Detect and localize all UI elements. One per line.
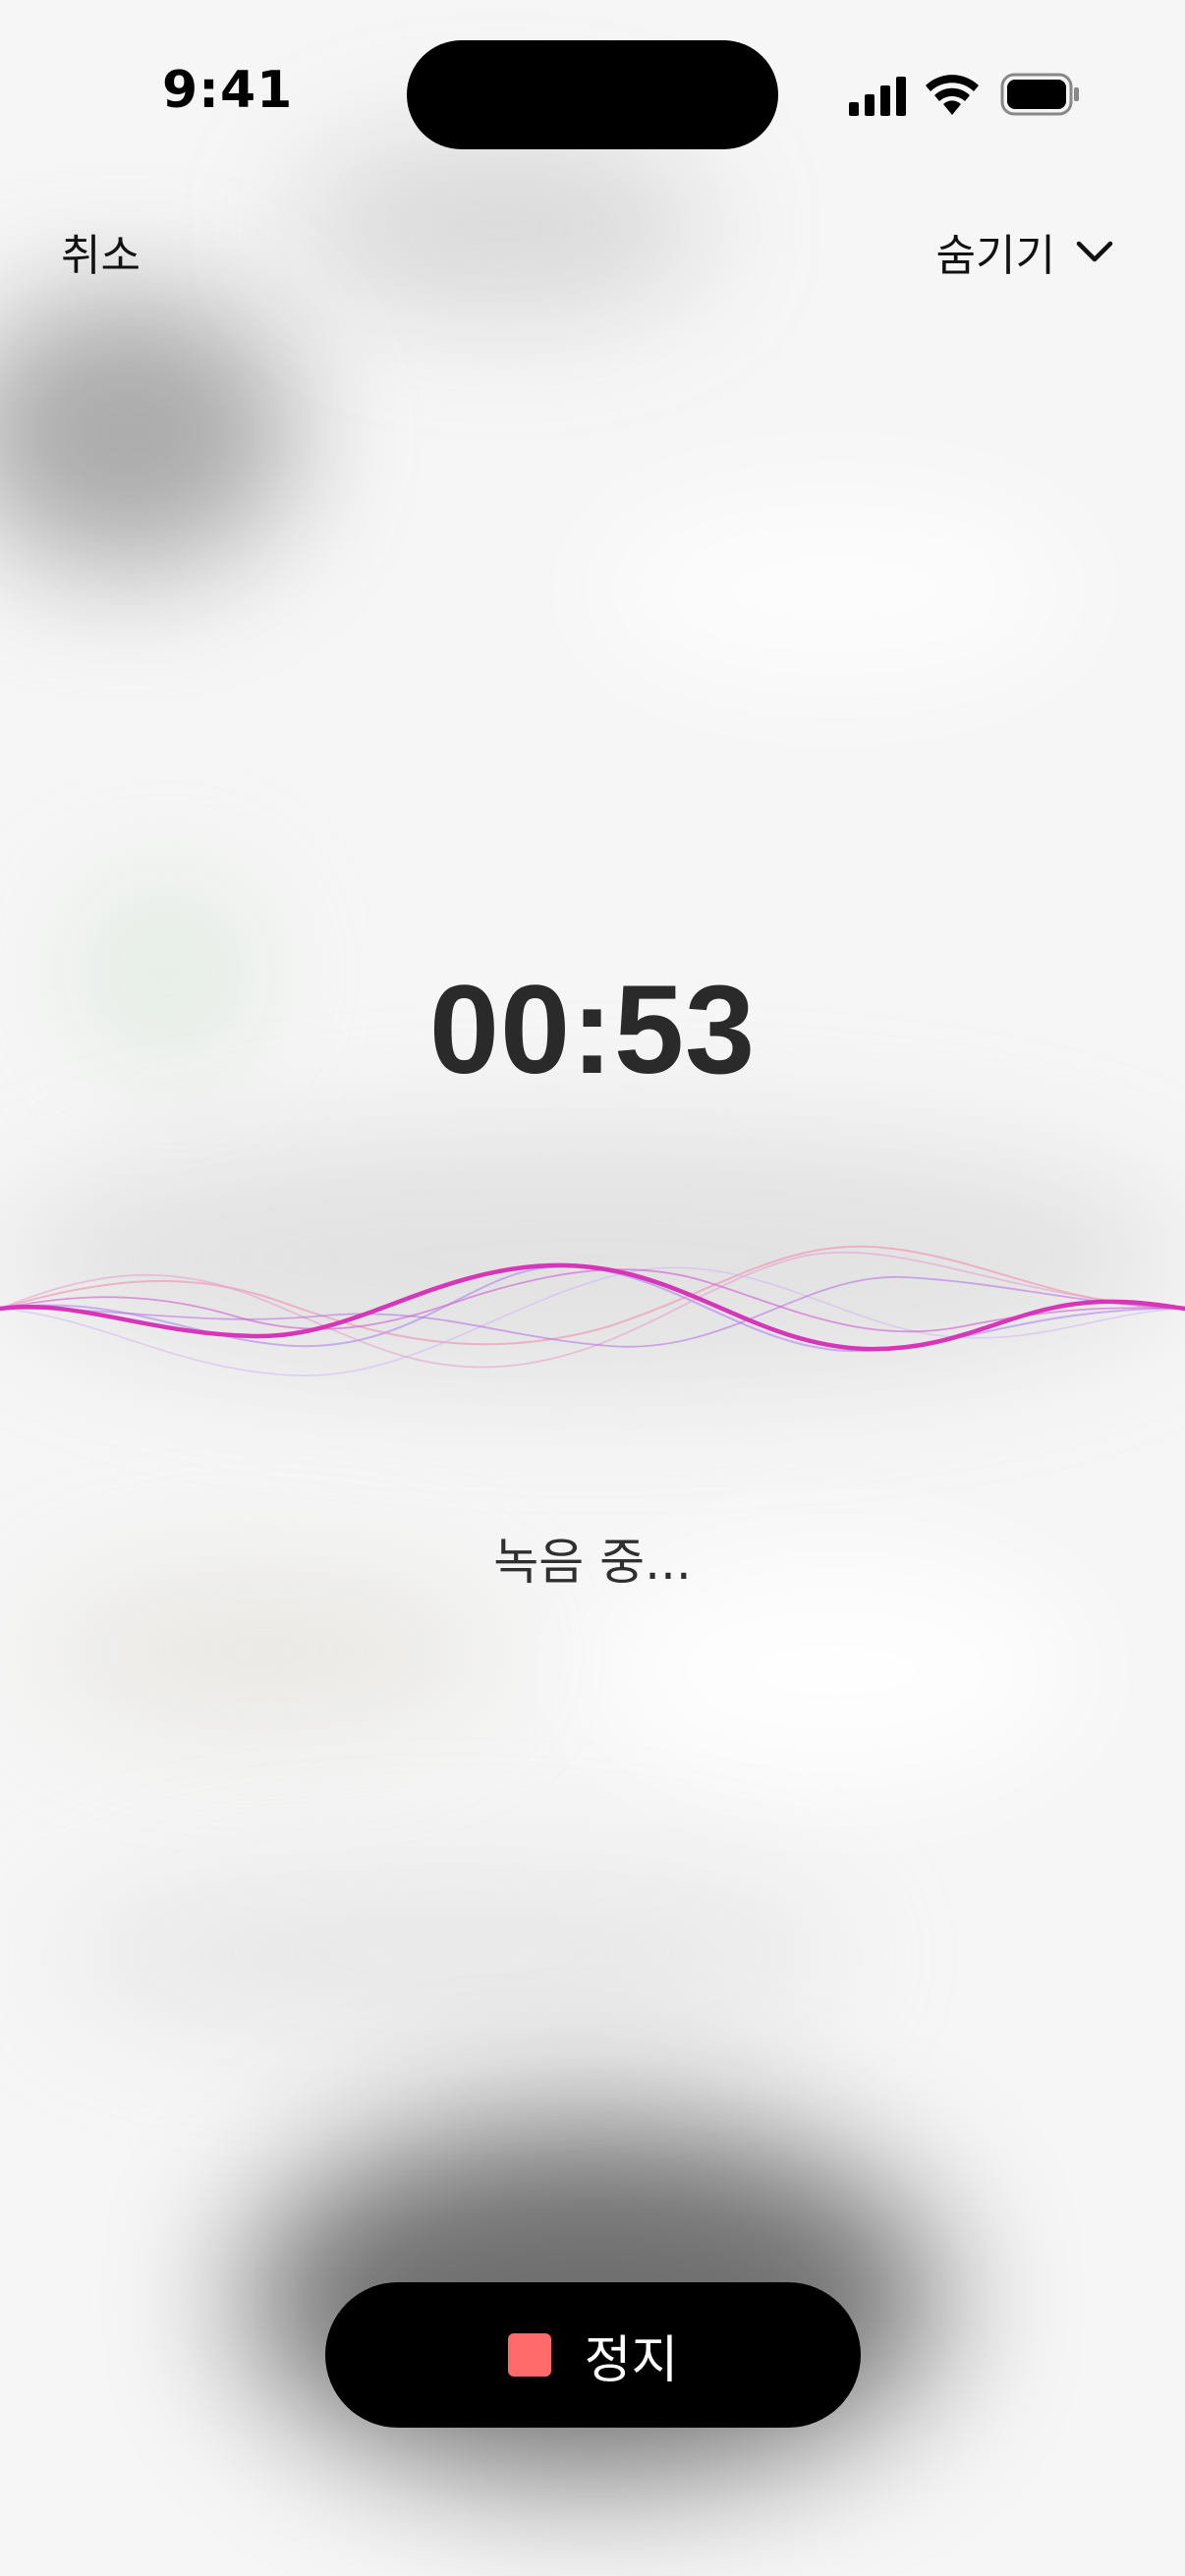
status-time: 9:41 xyxy=(162,61,294,120)
battery-icon xyxy=(1000,73,1079,116)
recording-timer: 00:53 xyxy=(428,960,757,1100)
dynamic-island xyxy=(407,40,778,149)
background-blob xyxy=(59,1867,845,2044)
stop-button-label: 정지 xyxy=(584,2330,679,2390)
wifi-icon xyxy=(926,75,979,115)
cancel-button[interactable]: 취소 xyxy=(61,220,141,283)
stop-button[interactable]: 정지 xyxy=(325,2282,861,2428)
hide-button-label: 숨기기 xyxy=(935,231,1055,281)
waveform-line xyxy=(0,1265,1185,1353)
chevron-down-icon xyxy=(1076,241,1113,262)
cellular-signal-icon xyxy=(849,77,906,116)
background-blob xyxy=(0,295,295,570)
audio-waveform xyxy=(0,1245,1185,1376)
hide-button[interactable]: 숨기기 xyxy=(936,220,1114,283)
recording-status: 녹음 중... xyxy=(493,1534,692,1591)
status-bar: 9:41 xyxy=(0,0,1185,196)
stop-square-icon xyxy=(507,2333,551,2377)
background-blob xyxy=(590,491,1081,688)
background-blob xyxy=(39,1572,491,1729)
